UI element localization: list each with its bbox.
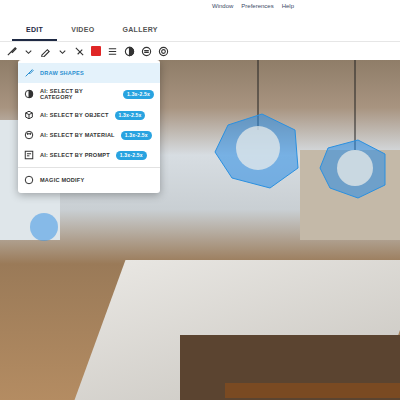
- menu-item-label: AI: SELECT BY CATEGORY: [40, 88, 117, 100]
- tab-bar: EDITVIDEOGALLERY: [0, 12, 400, 42]
- cube-icon[interactable]: [24, 110, 34, 120]
- brush-icon[interactable]: [6, 46, 17, 57]
- menu-item-label: AI: SELECT BY PROMPT: [40, 152, 110, 158]
- image-canvas[interactable]: DRAW SHAPES AI: SELECT BY CATEGORY 1.3x-2.…: [0, 60, 400, 400]
- toolbar: [0, 42, 400, 60]
- menu-item-label: DRAW SHAPES: [40, 70, 84, 76]
- menu-item[interactable]: AI: SELECT BY MATERIAL 1.3x-2.5x: [18, 125, 160, 145]
- dropdown-arrow-icon[interactable]: [23, 46, 34, 57]
- target-icon[interactable]: [158, 46, 169, 57]
- menu-bar-item[interactable]: Window: [212, 3, 233, 9]
- menu-item[interactable]: AI: SELECT BY OBJECT 1.3x-2.5x: [18, 105, 160, 125]
- bottom-strip: [225, 383, 400, 398]
- prompt-icon[interactable]: [24, 150, 34, 160]
- tab[interactable]: EDIT: [12, 18, 57, 41]
- menu-item-label: MAGIC MODIFY: [40, 177, 84, 183]
- speed-badge: 1.3x-2.5x: [115, 111, 146, 120]
- menu-item[interactable]: AI: SELECT BY PROMPT 1.3x-2.5x: [18, 145, 160, 165]
- menu-item[interactable]: AI: SELECT BY CATEGORY 1.3x-2.5x: [18, 83, 160, 105]
- menu-bar-item[interactable]: Preferences: [241, 3, 273, 9]
- speed-badge: 1.3x-2.5x: [116, 151, 147, 160]
- tool-dropdown-menu: DRAW SHAPES AI: SELECT BY CATEGORY 1.3x-2.…: [18, 60, 160, 193]
- tab[interactable]: VIDEO: [57, 18, 108, 41]
- eraser-off-icon[interactable]: [74, 46, 85, 57]
- pencil-icon[interactable]: [40, 46, 51, 57]
- menu-item-label: AI: SELECT BY OBJECT: [40, 112, 109, 118]
- menu-bar-item[interactable]: Help: [282, 3, 294, 9]
- color-swatch[interactable]: [91, 46, 101, 56]
- speed-badge: 1.3x-2.5x: [121, 131, 152, 140]
- magic-icon[interactable]: [24, 175, 34, 185]
- menu-bar: Window Preferences Help: [0, 0, 400, 12]
- menu-item[interactable]: DRAW SHAPES: [18, 63, 160, 83]
- mask-icon[interactable]: [141, 46, 152, 57]
- cursor-highlight: [30, 213, 58, 241]
- category-icon[interactable]: [24, 89, 34, 99]
- menu-item[interactable]: MAGIC MODIFY: [18, 170, 160, 190]
- layers-icon[interactable]: [107, 46, 118, 57]
- palette-icon[interactable]: [24, 130, 34, 140]
- shapes-icon[interactable]: [24, 68, 34, 78]
- contrast-icon[interactable]: [124, 46, 135, 57]
- tab[interactable]: GALLERY: [108, 18, 171, 41]
- menu-item-label: AI: SELECT BY MATERIAL: [40, 132, 115, 138]
- dropdown-arrow-icon[interactable]: [57, 46, 68, 57]
- speed-badge: 1.3x-2.5x: [123, 90, 154, 99]
- menu-divider: [18, 167, 160, 168]
